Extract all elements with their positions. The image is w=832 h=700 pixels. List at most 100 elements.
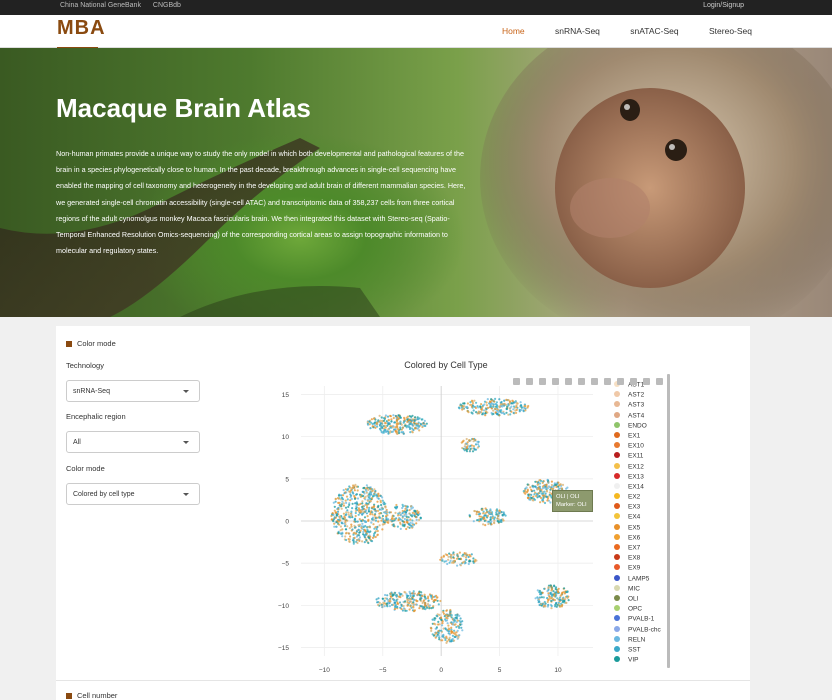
legend-item[interactable]: EX2 <box>614 493 672 503</box>
x-tick-label: −5 <box>379 667 387 674</box>
logo[interactable]: MBA Macaque Brain Atlas <box>57 17 115 53</box>
data-point <box>354 502 357 505</box>
legend-item[interactable]: EX4 <box>614 513 672 523</box>
data-point <box>350 510 353 513</box>
data-point <box>450 557 453 560</box>
data-point <box>484 414 487 417</box>
tooltip-line-1: OLI | OLI <box>556 494 580 500</box>
data-point <box>342 502 345 505</box>
data-point <box>366 528 369 531</box>
box-select-icon[interactable] <box>552 378 559 385</box>
data-point <box>412 601 415 604</box>
data-point <box>474 406 477 409</box>
link-cngbdb[interactable]: CNGBdb <box>153 2 181 9</box>
data-point <box>530 496 533 500</box>
legend-item[interactable]: MIC <box>614 584 672 595</box>
data-point <box>399 527 402 530</box>
data-point <box>547 592 550 595</box>
legend-item[interactable]: ENDO <box>614 421 672 432</box>
hover-compare-icon[interactable] <box>656 378 663 385</box>
data-point <box>373 417 376 420</box>
legend-item[interactable]: OPC <box>614 605 672 615</box>
nav-snrna[interactable]: snRNA-Seq <box>555 26 600 36</box>
link-cngb[interactable]: China National GeneBank <box>60 2 141 9</box>
legend-item[interactable]: EX12 <box>614 462 672 473</box>
legend-item[interactable]: EX6 <box>614 533 672 544</box>
data-point <box>562 596 565 599</box>
autoscale-icon[interactable] <box>604 378 611 385</box>
zoom-icon[interactable] <box>526 378 533 385</box>
legend-item[interactable]: AST4 <box>614 411 672 422</box>
data-point <box>343 492 346 495</box>
data-point <box>348 485 351 488</box>
spike-icon[interactable] <box>630 378 637 385</box>
legend-item[interactable]: EX3 <box>614 503 672 513</box>
legend-item[interactable]: AST2 <box>614 391 672 401</box>
legend-item[interactable]: PVALB-1 <box>614 615 672 625</box>
data-point <box>539 496 543 499</box>
legend-item[interactable]: EX13 <box>614 472 672 483</box>
data-point <box>445 635 448 638</box>
data-point <box>365 491 368 494</box>
data-point <box>417 511 420 514</box>
x-tick-label: −10 <box>319 667 330 674</box>
nav-home[interactable]: Home <box>502 26 525 36</box>
login-link[interactable]: Login/Signup <box>703 2 744 9</box>
data-point <box>419 598 422 601</box>
legend-label: MIC <box>628 585 640 593</box>
technology-select[interactable]: snRNA-Seq <box>66 380 200 402</box>
data-point <box>534 597 537 600</box>
legend-item[interactable]: EX5 <box>614 523 672 534</box>
nav-stereo[interactable]: Stereo-Seq <box>709 26 752 36</box>
legend-scrollbar[interactable] <box>667 374 670 668</box>
data-point <box>495 513 498 516</box>
data-point <box>441 622 444 625</box>
data-point <box>365 512 368 515</box>
hover-closest-icon[interactable] <box>643 378 650 385</box>
data-point <box>396 525 399 528</box>
data-point <box>469 444 472 447</box>
umap-scatter-plot[interactable]: 15 10 5 0 −5 −10 −15 −10 −5 0 5 10 <box>261 378 601 676</box>
lasso-icon[interactable] <box>565 378 572 385</box>
legend-item[interactable]: EX1 <box>614 431 672 442</box>
legend-item[interactable]: EX7 <box>614 544 672 554</box>
data-point <box>507 399 510 402</box>
zoom-out-icon[interactable] <box>591 378 598 385</box>
data-point <box>408 590 411 593</box>
camera-icon[interactable] <box>513 378 520 385</box>
colormode-select[interactable]: Colored by cell type <box>66 483 200 505</box>
home-icon[interactable] <box>617 378 624 385</box>
data-point <box>408 602 411 605</box>
legend-item[interactable]: PVALB-chc <box>614 625 672 636</box>
legend-item[interactable]: AST3 <box>614 401 672 411</box>
data-point <box>384 502 387 505</box>
legend-item[interactable]: EX14 <box>614 482 672 493</box>
nav-snatac[interactable]: snATAC-Seq <box>630 26 678 36</box>
legend-item[interactable]: OLI <box>614 594 672 605</box>
legend-item[interactable]: LAMP5 <box>614 574 672 585</box>
data-point <box>398 512 401 515</box>
data-point <box>384 426 387 429</box>
data-point <box>391 520 394 523</box>
zoom-in-icon[interactable] <box>578 378 585 385</box>
legend-item[interactable]: EX9 <box>614 564 672 574</box>
data-point <box>533 493 536 496</box>
legend-dot <box>614 656 620 663</box>
data-point <box>388 431 391 434</box>
pan-icon[interactable] <box>539 378 546 385</box>
region-select[interactable]: All <box>66 431 200 453</box>
legend-item[interactable]: EX10 <box>614 442 672 452</box>
region-label: Encephalic region <box>66 412 126 421</box>
data-point <box>451 630 454 634</box>
data-point <box>374 535 377 539</box>
legend-item[interactable]: SST <box>614 645 672 656</box>
data-point <box>412 590 415 593</box>
legend-item[interactable]: EX8 <box>614 554 672 564</box>
data-point <box>370 539 373 542</box>
legend-item[interactable]: VIP <box>614 656 672 666</box>
data-point <box>515 411 518 414</box>
data-point <box>340 521 343 524</box>
legend-item[interactable]: EX11 <box>614 452 672 462</box>
data-point <box>404 424 407 427</box>
legend-item[interactable]: RELN <box>614 635 672 646</box>
